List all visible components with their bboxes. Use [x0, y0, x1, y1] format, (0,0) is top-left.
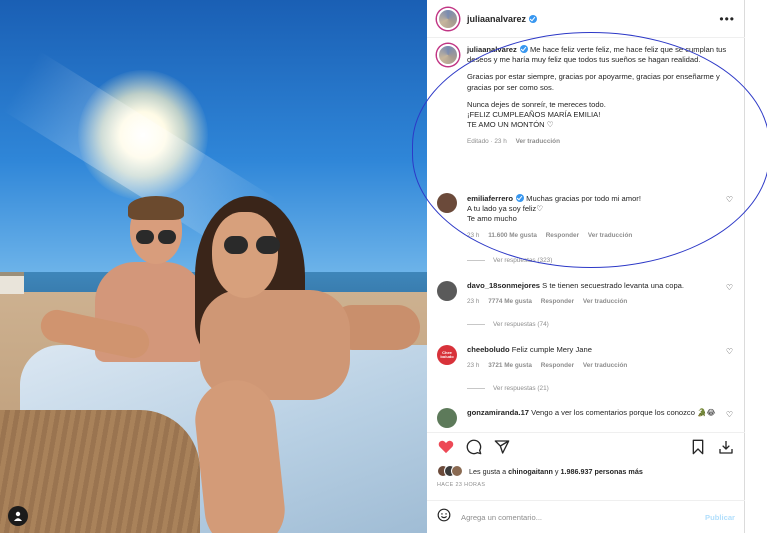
- comment-item: emiliaferrero Muchas gracias por todo mi…: [437, 193, 737, 241]
- comment-text-line-2: A tu lado ya soy feliz♡: [467, 204, 544, 214]
- page-margin: [745, 0, 767, 533]
- commenter-avatar[interactable]: [437, 408, 457, 428]
- translate-link[interactable]: Ver traducción: [583, 362, 627, 369]
- emoji-icon[interactable]: [437, 508, 451, 527]
- caption-text-3: Nunca dejes de sonreír, te mereces todo.: [467, 99, 606, 109]
- comment-text: Vengo a ver los comentarios porque los c…: [531, 408, 716, 417]
- comment-item: gonzamiranda.17 Vengo a ver los comentar…: [437, 408, 737, 430]
- beach-hut: [0, 272, 24, 294]
- sunglasses-lens: [256, 236, 280, 254]
- comment-like-heart-icon[interactable]: ♡: [726, 410, 733, 419]
- add-comment-input[interactable]: [461, 512, 681, 522]
- comment-time: 23 h: [467, 298, 480, 306]
- commenter-username[interactable]: cheeboludo: [467, 345, 510, 354]
- comment-text: Muchas gracias por todo mi amor!: [526, 194, 641, 203]
- view-replies-button[interactable]: Ver respuestas (323): [467, 257, 552, 264]
- commenter-avatar[interactable]: Chee boludo: [437, 345, 457, 365]
- sunglasses-lens: [136, 230, 154, 244]
- view-replies-button[interactable]: Ver respuestas (21): [467, 385, 549, 392]
- commenter-username[interactable]: davo_18sonmejores: [467, 281, 540, 290]
- translate-link[interactable]: Ver traducción: [588, 232, 632, 239]
- likes-middle: y: [554, 466, 559, 476]
- person-1-hair: [128, 196, 184, 220]
- commenter-username[interactable]: gonzamiranda.17: [467, 408, 529, 417]
- author-username[interactable]: juliaanalvarez: [467, 14, 538, 24]
- comment-item: davo_18sonmejores S te tienen secuestrad…: [437, 281, 737, 307]
- add-comment-bar: Publicar: [427, 500, 745, 533]
- comment-icon[interactable]: [465, 438, 483, 456]
- caption-edited: Editado · 23 h: [467, 138, 507, 146]
- likes-prefix: Les gusta a: [469, 466, 507, 476]
- liker-avatar: [451, 465, 463, 477]
- translate-link[interactable]: Ver traducción: [583, 298, 627, 305]
- avatar[interactable]: [437, 7, 459, 30]
- like-heart-icon[interactable]: [437, 438, 455, 456]
- publish-button[interactable]: Publicar: [705, 513, 735, 522]
- comment-likes[interactable]: 11.600 Me gusta: [488, 232, 537, 239]
- reply-button[interactable]: Responder: [541, 298, 574, 305]
- likes-summary[interactable]: Les gusta a chinogaitann y 1.986.937 per…: [437, 465, 643, 477]
- comment-like-heart-icon[interactable]: ♡: [726, 283, 733, 292]
- comment-text-line-3: Te amo mucho: [467, 214, 517, 224]
- reply-button[interactable]: Responder: [546, 232, 579, 239]
- tagged-user-icon[interactable]: [8, 506, 28, 526]
- verified-icon: [516, 194, 525, 202]
- caption-text-4: ¡FELIZ CUMPLEAÑOS MARÍA EMILIA!: [467, 110, 601, 120]
- commenter-avatar[interactable]: [437, 281, 457, 301]
- caption-translate-link[interactable]: Ver traducción: [516, 138, 560, 145]
- save-bookmark-icon[interactable]: [689, 438, 707, 456]
- comment-likes[interactable]: 7774 Me gusta: [488, 298, 532, 305]
- comment-text: Feliz cumple Mery Jane: [511, 345, 592, 354]
- person-2-head: [212, 212, 278, 298]
- post-time-ago: HACE 23 HORAS: [437, 482, 486, 488]
- likes-count[interactable]: 1.986.937 personas más: [561, 467, 643, 476]
- comment-time: 23 h: [467, 231, 480, 239]
- verified-icon: [519, 45, 528, 53]
- download-icon[interactable]: [717, 438, 735, 456]
- second-towel: [0, 410, 200, 533]
- comment-like-heart-icon[interactable]: ♡: [726, 347, 733, 356]
- comment-time: 23 h: [467, 362, 480, 370]
- commenter-username[interactable]: emiliaferrero: [467, 194, 513, 203]
- post-photo[interactable]: [0, 0, 427, 533]
- reply-button[interactable]: Responder: [541, 362, 574, 369]
- caption-text-5: TE AMO UN MONTÓN ♡: [467, 120, 554, 130]
- comment-item: Chee boludo cheeboludo Feliz cumple Mery…: [437, 345, 737, 371]
- commenter-avatar[interactable]: [437, 193, 457, 213]
- caption-avatar[interactable]: [437, 44, 459, 66]
- verified-icon: [529, 14, 538, 23]
- share-icon[interactable]: [493, 438, 511, 456]
- post-side-panel: juliaanalvarez ••• juliaanalvarez Me hac…: [427, 0, 745, 533]
- comment-text: S te tienen secuestrado levanta una copa…: [542, 281, 685, 290]
- caption-text-2: Gracias por estar siempre, gracias por a…: [467, 72, 720, 92]
- sunglasses-lens: [224, 236, 248, 254]
- comment-likes[interactable]: 3721 Me gusta: [488, 362, 532, 369]
- caption-username[interactable]: juliaanalvarez: [467, 45, 517, 54]
- action-bar: [427, 432, 745, 460]
- liker-username[interactable]: chinogaitann: [508, 467, 553, 476]
- view-replies-button[interactable]: Ver respuestas (74): [467, 321, 549, 328]
- more-options-icon[interactable]: •••: [719, 12, 735, 26]
- post-header: juliaanalvarez •••: [427, 0, 745, 38]
- caption: juliaanalvarez Me hace feliz verte feliz…: [437, 44, 737, 148]
- comment-like-heart-icon[interactable]: ♡: [726, 195, 733, 204]
- sunglasses-lens: [158, 230, 176, 244]
